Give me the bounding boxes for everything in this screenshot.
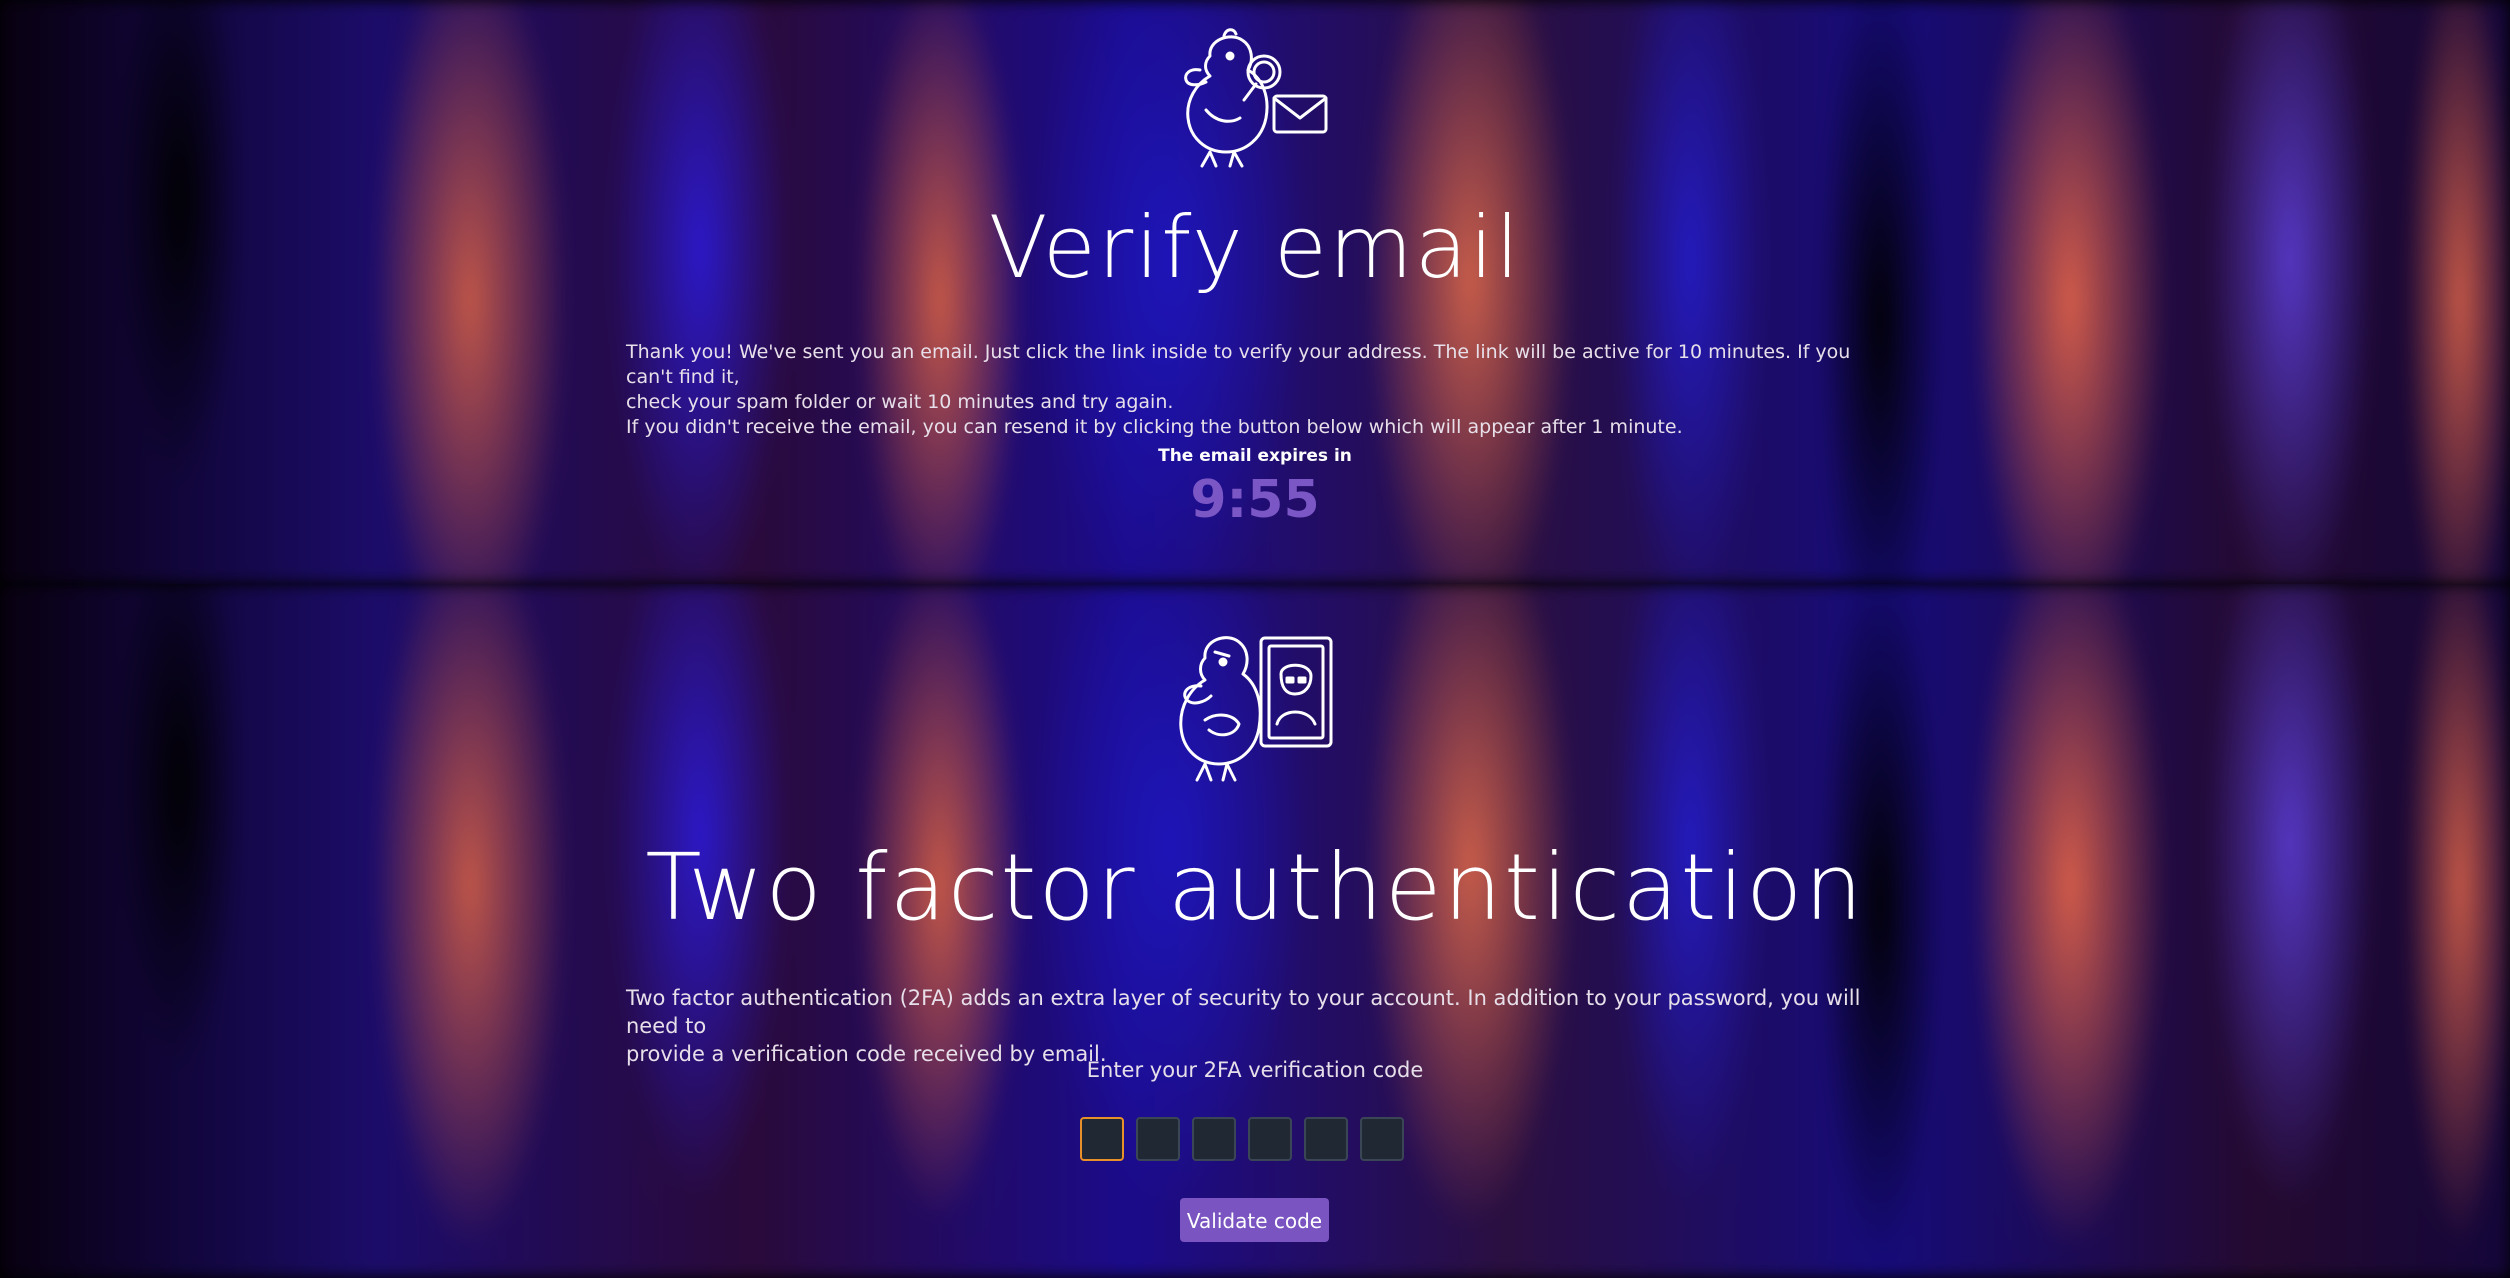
duck-magnifier-envelope-icon — [1170, 26, 1340, 180]
two-factor-panel: Two factor authentication Two factor aut… — [0, 584, 2510, 1278]
expires-label: The email expires in — [1158, 446, 1352, 466]
description-line: If you didn't receive the email, you can… — [626, 416, 1683, 438]
two-factor-description: Two factor authentication (2FA) adds an … — [626, 984, 1866, 1068]
description-line: check your spam folder or wait 10 minute… — [626, 391, 1174, 413]
code-prompt-label: Enter your 2FA verification code — [1086, 1058, 1424, 1082]
description-line: Thank you! We've sent you an email. Just… — [626, 341, 1851, 388]
verify-email-panel: Verify email Thank you! We've sent you a… — [0, 0, 2510, 584]
countdown-timer: 9:55 — [1190, 470, 1320, 530]
verify-email-description: Thank you! We've sent you an email. Just… — [626, 340, 1866, 440]
description-line: Two factor authentication (2FA) adds an … — [626, 986, 1861, 1038]
page-title: Two factor authentication — [645, 834, 1865, 941]
code-digit-input-5[interactable] — [1304, 1117, 1348, 1161]
code-digit-input-1[interactable] — [1080, 1117, 1124, 1161]
code-digit-input-4[interactable] — [1248, 1117, 1292, 1161]
validate-code-button[interactable]: Validate code — [1180, 1198, 1329, 1242]
page-title: Verify email — [988, 198, 1522, 298]
duck-id-card-icon — [1165, 624, 1345, 808]
code-digit-input-3[interactable] — [1192, 1117, 1236, 1161]
code-digit-input-2[interactable] — [1136, 1117, 1180, 1161]
code-digit-input-6[interactable] — [1360, 1117, 1404, 1161]
verification-code-inputs — [1080, 1117, 1404, 1161]
